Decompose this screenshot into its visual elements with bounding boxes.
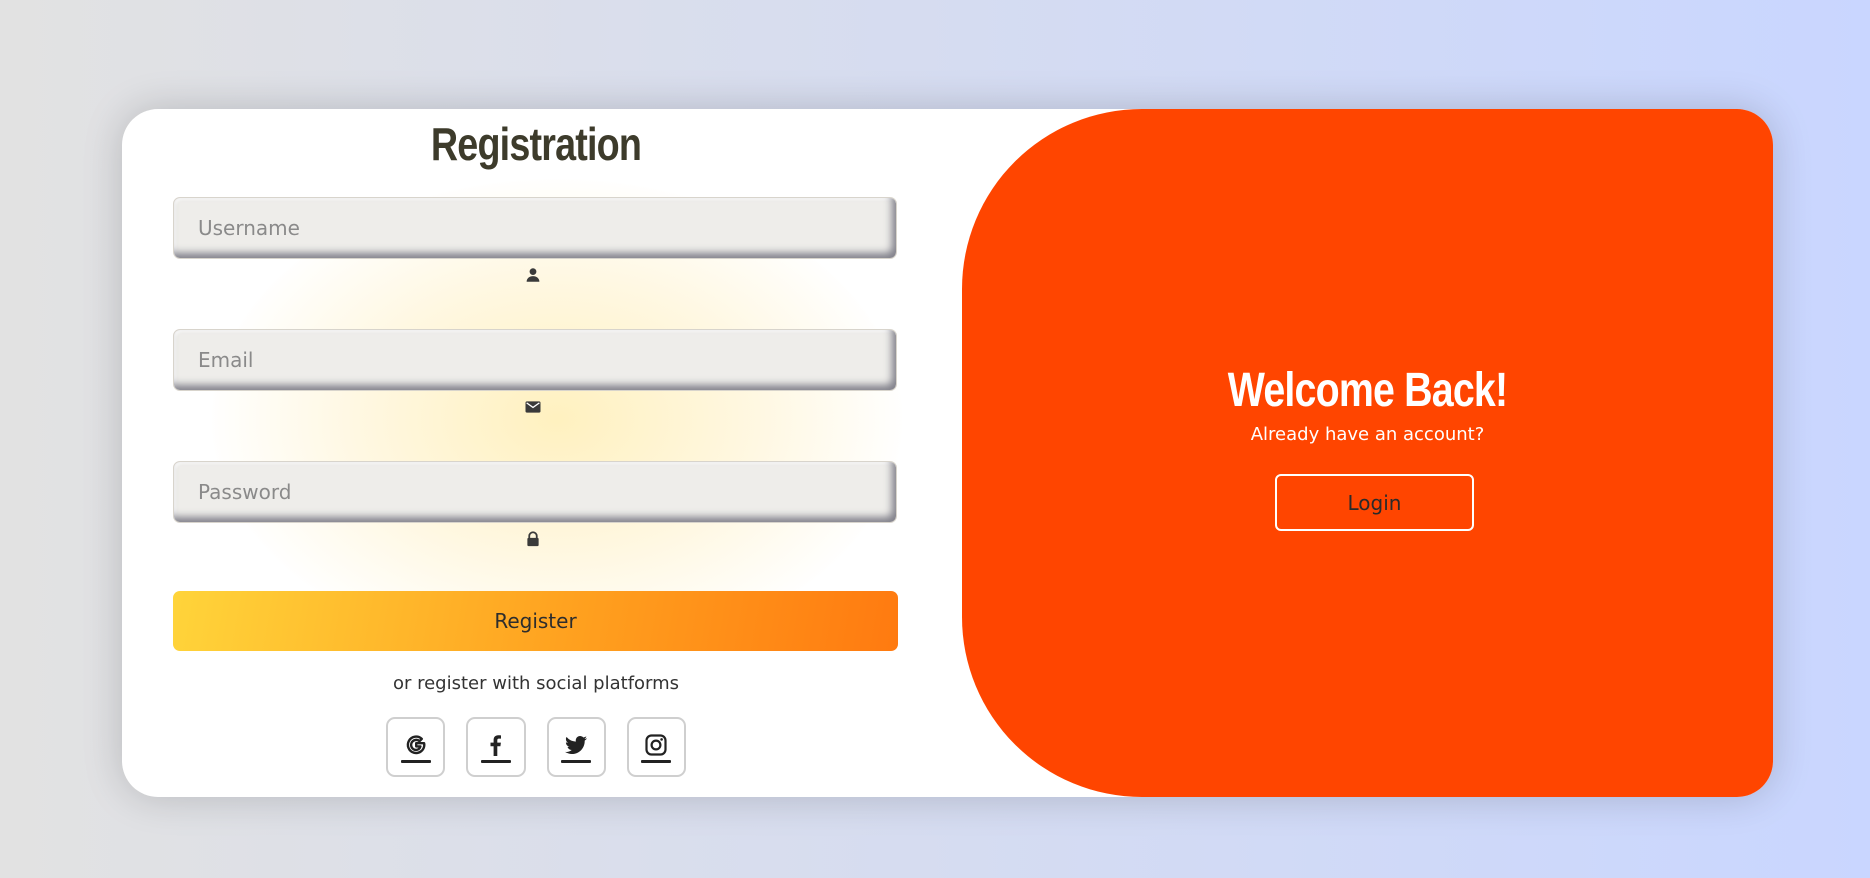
lock-icon [523, 529, 543, 549]
social-buttons [386, 717, 686, 777]
instagram-icon [643, 732, 669, 758]
registration-title: Registration [430, 118, 642, 170]
facebook-button[interactable] [466, 717, 526, 777]
username-field [173, 197, 897, 282]
facebook-underline [480, 759, 511, 763]
twitter-button[interactable] [546, 717, 606, 777]
password-field [173, 461, 897, 547]
twitter-underline [561, 759, 592, 763]
envelope-icon [523, 397, 543, 417]
email-field [173, 329, 897, 413]
facebook-icon [483, 732, 509, 758]
instagram-button[interactable] [626, 717, 686, 777]
social-platforms-text: or register with social platforms [392, 673, 680, 694]
password-input[interactable] [173, 461, 897, 523]
instagram-underline [641, 759, 672, 763]
user-icon [523, 265, 543, 285]
google-button[interactable] [386, 717, 446, 777]
registration-form: Registration Register or register with s… [122, 109, 950, 797]
google-icon [403, 732, 429, 758]
auth-card: Registration Register or register with s… [122, 109, 1773, 797]
email-input[interactable] [173, 329, 897, 391]
username-input[interactable] [173, 197, 897, 259]
welcome-subtitle: Already have an account? [1250, 424, 1485, 445]
google-underline [400, 759, 431, 763]
twitter-icon [563, 732, 589, 758]
register-button[interactable]: Register [173, 591, 898, 651]
welcome-content: Welcome Back! Already have an account? L… [962, 109, 1773, 797]
welcome-title: Welcome Back! [1227, 364, 1508, 417]
login-button[interactable]: Login [1275, 474, 1474, 531]
